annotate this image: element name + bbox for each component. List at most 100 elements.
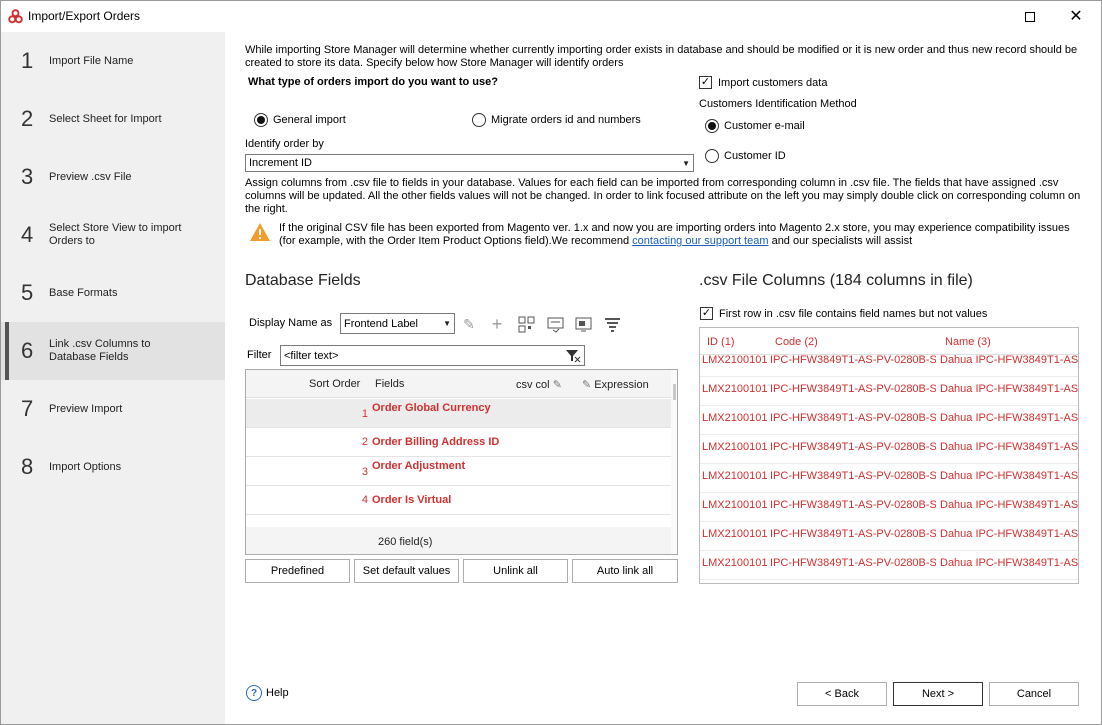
checkmark-icon: ✓: [700, 307, 713, 320]
csv-row[interactable]: LMX2100101 IPC-HFW3849T1-AS-PV-0280B-S3 …: [700, 522, 1078, 551]
csv-row[interactable]: LMX2100101 IPC-HFW3849T1-AS-PV-0280B-S3 …: [700, 493, 1078, 522]
csv-col-code-header[interactable]: Code (2): [775, 336, 818, 348]
predefined-button[interactable]: Predefined: [245, 559, 350, 583]
step-number: 5: [21, 280, 34, 305]
csv-row[interactable]: LMX2100101 IPC-HFW3849T1-AS-PV-0280B-S3 …: [700, 406, 1078, 435]
edit-pencil-icon[interactable]: ✎: [459, 314, 479, 334]
window-title: Import/Export Orders: [28, 9, 141, 23]
display-name-label: Display Name as: [249, 317, 333, 329]
import-customers-checkbox[interactable]: ✓ Import customers data: [699, 76, 827, 89]
step-preview-import[interactable]: 7 Preview Import: [1, 380, 225, 438]
table-row[interactable]: 1 Order Global Currency: [246, 399, 671, 428]
csv-col-label: csv col: [516, 379, 550, 391]
customer-email-label: Customer e-mail: [724, 120, 805, 132]
step-import-file-name[interactable]: 1 Import File Name: [1, 32, 225, 90]
customer-email-radio[interactable]: Customer e-mail: [705, 119, 805, 133]
customers-identification-label: Customers Identification Method: [699, 98, 857, 110]
close-icon: ✕: [1069, 7, 1083, 25]
csv-col-id-header[interactable]: ID (1): [707, 336, 735, 348]
csv-name-cell: Dahua IPC-HFW3849T1-AS-PV-0280B-S3: [940, 499, 1078, 511]
scrollbar-thumb[interactable]: [673, 384, 676, 400]
csv-name-cell: Dahua IPC-HFW3849T1-AS-PV-0280B-S3: [940, 383, 1078, 395]
customer-id-label: Customer ID: [724, 150, 786, 162]
csv-id-cell: LMX2100101: [702, 383, 768, 395]
identify-order-value: Increment ID: [249, 157, 312, 169]
columns-grid-icon[interactable]: [516, 314, 536, 334]
link-columns-icon[interactable]: [545, 314, 565, 334]
help-link[interactable]: ? Help: [246, 685, 289, 701]
pencil-icon: ✎: [552, 379, 562, 391]
sort-order-cell: 2: [361, 436, 368, 448]
csv-id-cell: LMX2100101: [702, 412, 768, 424]
close-button[interactable]: ✕: [1053, 1, 1099, 32]
help-label: Help: [266, 687, 289, 699]
filter-list-icon[interactable]: [602, 314, 622, 334]
set-default-values-button[interactable]: Set default values: [354, 559, 459, 583]
identify-order-label: Identify order by: [245, 138, 324, 150]
col-csv-col[interactable]: csv col ✎: [516, 378, 562, 391]
grid-scrollbar[interactable]: [671, 370, 677, 554]
table-row[interactable]: 4 Order Is Virtual: [246, 486, 671, 515]
csv-row[interactable]: LMX2100101 IPC-HFW3849T1-AS-PV-0280B-S3 …: [700, 551, 1078, 580]
csv-name-cell: Dahua IPC-HFW3849T1-AS-PV-0280B-S3: [940, 412, 1078, 424]
first-row-label: First row in .csv file contains field na…: [719, 307, 988, 320]
step-number: 3: [21, 164, 34, 189]
csv-code-cell: IPC-HFW3849T1-AS-PV-0280B-S3: [770, 441, 936, 453]
identify-order-select[interactable]: Increment ID ▼: [245, 154, 694, 172]
add-icon[interactable]: +: [487, 314, 507, 334]
step-select-store-view[interactable]: 4 Select Store View to import Orders to: [1, 206, 225, 264]
sort-order-cell: 3: [361, 466, 368, 478]
cancel-button[interactable]: Cancel: [989, 682, 1079, 706]
table-row[interactable]: 2 Order Billing Address ID: [246, 428, 671, 457]
customer-id-radio[interactable]: Customer ID: [705, 149, 786, 163]
auto-link-all-button[interactable]: Auto link all: [572, 559, 678, 583]
step-number: 1: [21, 48, 34, 73]
preview-icon[interactable]: [573, 314, 593, 334]
step-import-options[interactable]: 8 Import Options: [1, 438, 225, 496]
csv-row[interactable]: LMX2100101 IPC-HFW3849T1-AS-PV-0280B-S3 …: [700, 464, 1078, 493]
help-icon: ?: [246, 685, 262, 701]
step-number: 6: [21, 338, 34, 363]
step-select-sheet[interactable]: 2 Select Sheet for Import: [1, 90, 225, 148]
step-number: 4: [21, 222, 34, 247]
unlink-all-button[interactable]: Unlink all: [463, 559, 568, 583]
step-label: Import File Name: [49, 54, 134, 67]
filter-input[interactable]: <filter text>: [280, 345, 585, 366]
display-name-select[interactable]: Frontend Label ▼: [340, 313, 455, 334]
display-name-value: Frontend Label: [344, 317, 418, 330]
grid-footer: 260 field(s): [246, 527, 671, 554]
csv-code-cell: IPC-HFW3849T1-AS-PV-0280B-S3: [770, 383, 936, 395]
csv-row[interactable]: LMX2100101 IPC-HFW3849T1-AS-PV-0280B-S3 …: [700, 377, 1078, 406]
step-link-columns[interactable]: 6 Link .csv Columns to Database Fields: [1, 322, 225, 380]
sort-order-cell: 4: [361, 494, 368, 506]
back-button[interactable]: < Back: [797, 682, 887, 706]
first-row-checkbox[interactable]: ✓ First row in .csv file contains field …: [700, 307, 987, 320]
col-sort-order[interactable]: Sort Order: [309, 378, 360, 390]
csv-id-cell: LMX2100101: [702, 528, 768, 540]
step-base-formats[interactable]: 5 Base Formats: [1, 264, 225, 322]
csv-row[interactable]: LMX2100101 IPC-HFW3849T1-AS-PV-0280B-S3 …: [700, 348, 1078, 377]
migrate-orders-label: Migrate orders id and numbers: [491, 114, 641, 126]
step-label: Link .csv Columns to Database Fields: [49, 338, 151, 363]
support-team-link[interactable]: contacting our support team: [632, 235, 768, 247]
pencil-icon: ✎: [582, 379, 592, 391]
table-row[interactable]: 3 Order Adjustment: [246, 457, 671, 486]
col-expression[interactable]: ✎ Expression: [582, 378, 649, 391]
title-bar: Import/Export Orders ✕: [1, 1, 1101, 32]
csv-name-cell: Dahua IPC-HFW3849T1-AS-PV-0280B-S3: [940, 528, 1078, 540]
warning-text-after: and our specialists will assist: [768, 235, 913, 247]
checkmark-icon: ✓: [699, 76, 712, 89]
csv-col-name-header[interactable]: Name (3): [945, 336, 991, 348]
field-cell: Order Billing Address ID: [372, 436, 500, 448]
step-preview-csv[interactable]: 3 Preview .csv File: [1, 148, 225, 206]
migrate-orders-radio[interactable]: Migrate orders id and numbers: [472, 113, 641, 127]
general-import-radio[interactable]: General import: [254, 113, 346, 127]
csv-code-cell: IPC-HFW3849T1-AS-PV-0280B-S3: [770, 354, 936, 366]
col-fields[interactable]: Fields: [375, 378, 404, 390]
intro-text: While importing Store Manager will deter…: [245, 44, 1078, 69]
next-button[interactable]: Next >: [893, 682, 983, 706]
csv-id-cell: LMX2100101: [702, 470, 768, 482]
maximize-button[interactable]: [1007, 1, 1053, 32]
csv-row[interactable]: LMX2100101 IPC-HFW3849T1-AS-PV-0280B-S3 …: [700, 435, 1078, 464]
clear-filter-icon[interactable]: [565, 349, 581, 363]
